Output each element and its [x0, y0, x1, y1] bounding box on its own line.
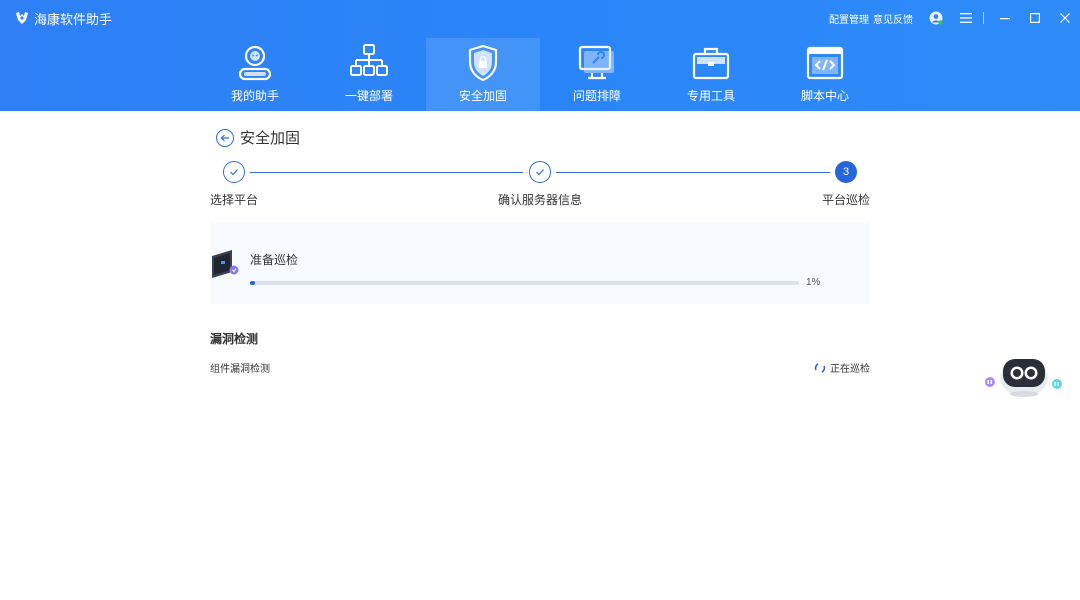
- app-logo-icon: [16, 12, 28, 24]
- brand: 海康软件助手: [14, 9, 112, 27]
- step-connector: [250, 172, 523, 173]
- check-icon: [536, 169, 544, 176]
- inspection-card: 准备巡检 1%: [210, 222, 870, 304]
- nav-troubleshooting[interactable]: 问题排障: [540, 38, 654, 111]
- check-item-status: 正在巡检: [813, 360, 870, 375]
- step-2-label: 确认服务器信息: [498, 193, 583, 207]
- robot-assistant-icon: [985, 359, 1062, 397]
- nav-label: 我的助手: [230, 89, 279, 103]
- step-1-indicator: [223, 161, 245, 183]
- minimize-button[interactable]: [990, 6, 1020, 30]
- monitor-wrench-icon: [578, 45, 614, 80]
- step-2-indicator: [529, 161, 551, 183]
- page-title: 安全加固: [240, 130, 301, 147]
- step-3-indicator: 3: [835, 161, 857, 183]
- toolbox-icon: [692, 47, 730, 80]
- nav-special-tools[interactable]: 专用工具: [654, 38, 768, 111]
- nav-label: 一键部署: [344, 89, 393, 103]
- step-3-label: 平台巡检: [821, 193, 870, 207]
- step-connector: [556, 172, 830, 173]
- shield-lock-icon: [468, 44, 498, 82]
- title-bar-divider: [983, 12, 984, 24]
- maximize-button[interactable]: [1020, 6, 1050, 30]
- nav-label: 问题排障: [572, 89, 621, 103]
- section-title: 漏洞检测: [210, 332, 259, 346]
- progress-fill: [250, 281, 256, 285]
- assistant-icon: [238, 45, 272, 81]
- app-title: 海康软件助手: [34, 11, 113, 27]
- arrow-left-icon: [220, 134, 229, 141]
- step-1-label: 选择平台: [210, 193, 259, 207]
- loading-spinner-icon: [814, 362, 826, 373]
- main-nav: 我的助手 一键部署 安全加固 问题排障 专用工具 脚本中心: [198, 38, 882, 111]
- step-number: 3: [842, 166, 850, 178]
- user-icon: [929, 11, 943, 25]
- check-icon: [230, 169, 238, 176]
- nav-one-click-deploy[interactable]: 一键部署: [312, 38, 426, 111]
- app-header: 海康软件助手 配置管理 意见反馈 我的助手 一键部署 安全加固 问题排障 专用工…: [0, 0, 1080, 111]
- robot-assistant-button[interactable]: [982, 354, 1064, 398]
- back-button[interactable]: [216, 128, 234, 147]
- server-scan-icon: [212, 250, 239, 278]
- nav-label: 专用工具: [686, 89, 735, 103]
- nav-script-center[interactable]: 脚本中心: [768, 38, 882, 111]
- minimize-icon: [1000, 18, 1010, 20]
- deploy-tree-icon: [350, 44, 388, 76]
- nav-security-hardening[interactable]: 安全加固: [426, 38, 540, 111]
- user-avatar-button[interactable]: [929, 11, 943, 25]
- code-window-icon: [806, 46, 844, 80]
- nav-my-assistant[interactable]: 我的助手: [198, 38, 312, 111]
- nav-label: 安全加固: [458, 89, 507, 103]
- check-item-label: 组件漏洞检测: [210, 364, 270, 375]
- menu-button[interactable]: [955, 6, 977, 30]
- status-text: 正在巡检: [830, 364, 870, 375]
- nav-label: 脚本中心: [800, 89, 849, 103]
- progress-percent: 1%: [806, 277, 821, 288]
- config-manage-link[interactable]: 配置管理: [829, 11, 869, 26]
- hamburger-menu-icon: [960, 13, 972, 23]
- close-button[interactable]: [1050, 6, 1080, 30]
- close-icon: [1060, 13, 1070, 23]
- maximize-icon: [1030, 13, 1040, 23]
- list-item: 组件漏洞检测 正在巡检: [210, 359, 870, 375]
- inspection-title: 准备巡检: [250, 253, 299, 267]
- feedback-link[interactable]: 意见反馈: [873, 11, 913, 26]
- stepper: 3 选择平台 确认服务器信息 平台巡检: [210, 161, 870, 211]
- inspection-progress-bar: [250, 281, 799, 285]
- window-controls: 配置管理 意见反馈: [829, 6, 1080, 30]
- page-header: 安全加固: [216, 127, 300, 148]
